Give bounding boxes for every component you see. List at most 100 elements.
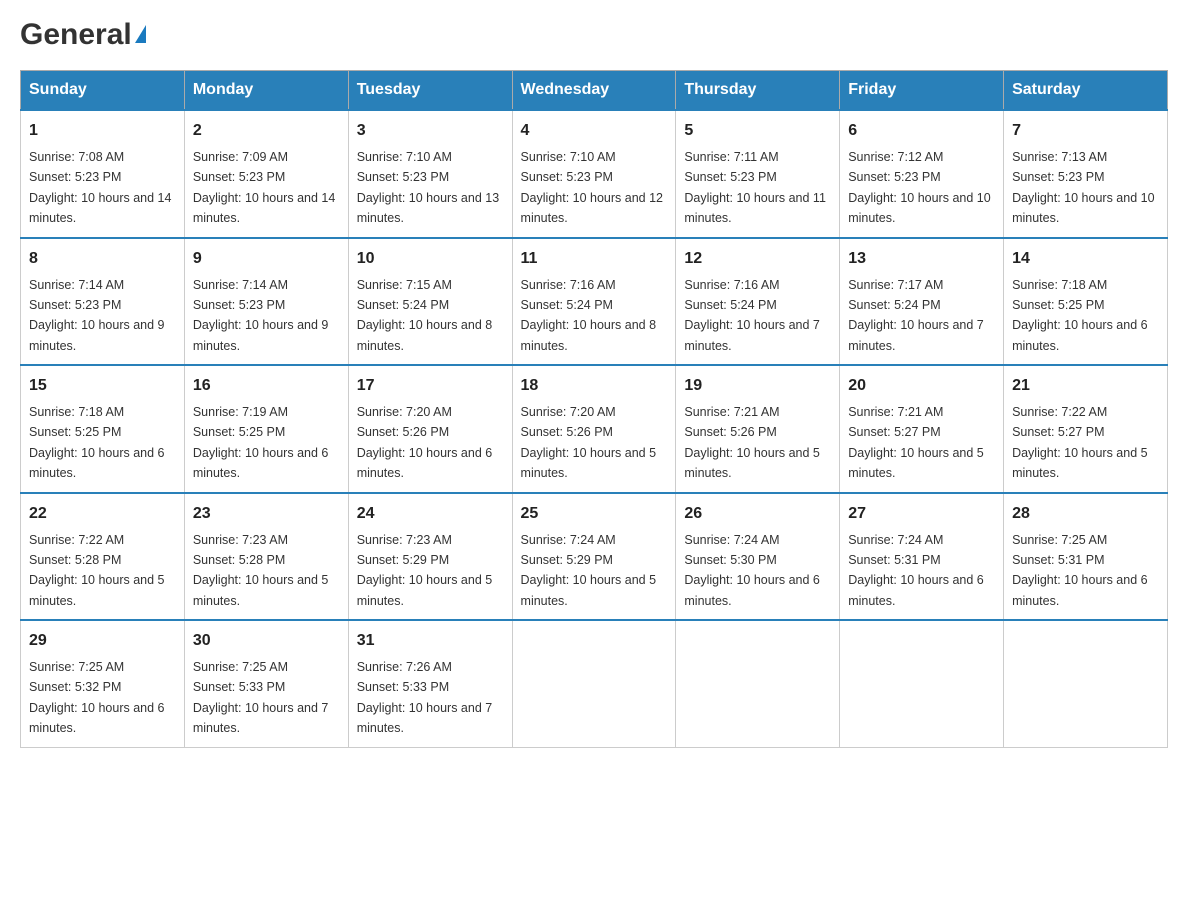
- day-number: 9: [193, 247, 340, 271]
- day-number: 1: [29, 119, 176, 143]
- day-number: 6: [848, 119, 995, 143]
- calendar-day-cell: 13 Sunrise: 7:17 AMSunset: 5:24 PMDaylig…: [840, 238, 1004, 366]
- day-info: Sunrise: 7:18 AMSunset: 5:25 PMDaylight:…: [29, 405, 165, 480]
- day-info: Sunrise: 7:23 AMSunset: 5:29 PMDaylight:…: [357, 533, 493, 608]
- day-number: 27: [848, 502, 995, 526]
- day-number: 4: [521, 119, 668, 143]
- calendar-day-cell: 15 Sunrise: 7:18 AMSunset: 5:25 PMDaylig…: [21, 365, 185, 493]
- day-number: 7: [1012, 119, 1159, 143]
- calendar-day-cell: 27 Sunrise: 7:24 AMSunset: 5:31 PMDaylig…: [840, 493, 1004, 621]
- day-number: 18: [521, 374, 668, 398]
- calendar-day-header: Monday: [184, 71, 348, 111]
- day-number: 31: [357, 629, 504, 653]
- day-info: Sunrise: 7:16 AMSunset: 5:24 PMDaylight:…: [521, 278, 657, 353]
- day-number: 13: [848, 247, 995, 271]
- calendar-day-cell: 1 Sunrise: 7:08 AMSunset: 5:23 PMDayligh…: [21, 110, 185, 238]
- calendar-week-row: 1 Sunrise: 7:08 AMSunset: 5:23 PMDayligh…: [21, 110, 1168, 238]
- day-number: 22: [29, 502, 176, 526]
- calendar-day-header: Friday: [840, 71, 1004, 111]
- calendar-day-cell: 17 Sunrise: 7:20 AMSunset: 5:26 PMDaylig…: [348, 365, 512, 493]
- calendar-day-header: Tuesday: [348, 71, 512, 111]
- calendar-day-cell: 24 Sunrise: 7:23 AMSunset: 5:29 PMDaylig…: [348, 493, 512, 621]
- calendar-day-cell: [512, 620, 676, 747]
- day-info: Sunrise: 7:19 AMSunset: 5:25 PMDaylight:…: [193, 405, 329, 480]
- day-info: Sunrise: 7:22 AMSunset: 5:27 PMDaylight:…: [1012, 405, 1148, 480]
- day-info: Sunrise: 7:10 AMSunset: 5:23 PMDaylight:…: [521, 150, 663, 225]
- logo-general: General: [20, 20, 132, 50]
- logo: General: [20, 20, 146, 50]
- day-info: Sunrise: 7:16 AMSunset: 5:24 PMDaylight:…: [684, 278, 820, 353]
- calendar-day-header: Wednesday: [512, 71, 676, 111]
- day-info: Sunrise: 7:21 AMSunset: 5:26 PMDaylight:…: [684, 405, 820, 480]
- calendar-day-cell: 3 Sunrise: 7:10 AMSunset: 5:23 PMDayligh…: [348, 110, 512, 238]
- day-info: Sunrise: 7:13 AMSunset: 5:23 PMDaylight:…: [1012, 150, 1154, 225]
- day-number: 2: [193, 119, 340, 143]
- calendar-day-cell: 11 Sunrise: 7:16 AMSunset: 5:24 PMDaylig…: [512, 238, 676, 366]
- calendar-day-cell: 26 Sunrise: 7:24 AMSunset: 5:30 PMDaylig…: [676, 493, 840, 621]
- day-number: 29: [29, 629, 176, 653]
- calendar-day-cell: 6 Sunrise: 7:12 AMSunset: 5:23 PMDayligh…: [840, 110, 1004, 238]
- calendar-day-cell: 8 Sunrise: 7:14 AMSunset: 5:23 PMDayligh…: [21, 238, 185, 366]
- calendar-day-cell: 4 Sunrise: 7:10 AMSunset: 5:23 PMDayligh…: [512, 110, 676, 238]
- day-number: 19: [684, 374, 831, 398]
- day-number: 23: [193, 502, 340, 526]
- calendar-day-header: Sunday: [21, 71, 185, 111]
- calendar-day-cell: 7 Sunrise: 7:13 AMSunset: 5:23 PMDayligh…: [1004, 110, 1168, 238]
- calendar-day-cell: 16 Sunrise: 7:19 AMSunset: 5:25 PMDaylig…: [184, 365, 348, 493]
- calendar-day-cell: 5 Sunrise: 7:11 AMSunset: 5:23 PMDayligh…: [676, 110, 840, 238]
- calendar-day-cell: 21 Sunrise: 7:22 AMSunset: 5:27 PMDaylig…: [1004, 365, 1168, 493]
- calendar-day-cell: 22 Sunrise: 7:22 AMSunset: 5:28 PMDaylig…: [21, 493, 185, 621]
- calendar-day-cell: [840, 620, 1004, 747]
- calendar-week-row: 15 Sunrise: 7:18 AMSunset: 5:25 PMDaylig…: [21, 365, 1168, 493]
- day-info: Sunrise: 7:20 AMSunset: 5:26 PMDaylight:…: [357, 405, 493, 480]
- day-info: Sunrise: 7:25 AMSunset: 5:31 PMDaylight:…: [1012, 533, 1148, 608]
- day-number: 21: [1012, 374, 1159, 398]
- day-info: Sunrise: 7:12 AMSunset: 5:23 PMDaylight:…: [848, 150, 990, 225]
- calendar-week-row: 29 Sunrise: 7:25 AMSunset: 5:32 PMDaylig…: [21, 620, 1168, 747]
- day-info: Sunrise: 7:18 AMSunset: 5:25 PMDaylight:…: [1012, 278, 1148, 353]
- calendar-day-cell: 29 Sunrise: 7:25 AMSunset: 5:32 PMDaylig…: [21, 620, 185, 747]
- calendar-day-cell: 23 Sunrise: 7:23 AMSunset: 5:28 PMDaylig…: [184, 493, 348, 621]
- day-info: Sunrise: 7:15 AMSunset: 5:24 PMDaylight:…: [357, 278, 493, 353]
- calendar-day-cell: [676, 620, 840, 747]
- calendar-day-cell: 19 Sunrise: 7:21 AMSunset: 5:26 PMDaylig…: [676, 365, 840, 493]
- calendar-day-cell: 18 Sunrise: 7:20 AMSunset: 5:26 PMDaylig…: [512, 365, 676, 493]
- day-number: 16: [193, 374, 340, 398]
- day-number: 14: [1012, 247, 1159, 271]
- day-info: Sunrise: 7:25 AMSunset: 5:33 PMDaylight:…: [193, 660, 329, 735]
- calendar-day-cell: 12 Sunrise: 7:16 AMSunset: 5:24 PMDaylig…: [676, 238, 840, 366]
- calendar-day-cell: 20 Sunrise: 7:21 AMSunset: 5:27 PMDaylig…: [840, 365, 1004, 493]
- page-header: General: [20, 20, 1168, 50]
- day-number: 25: [521, 502, 668, 526]
- day-number: 17: [357, 374, 504, 398]
- day-info: Sunrise: 7:22 AMSunset: 5:28 PMDaylight:…: [29, 533, 165, 608]
- day-number: 12: [684, 247, 831, 271]
- calendar-day-cell: 30 Sunrise: 7:25 AMSunset: 5:33 PMDaylig…: [184, 620, 348, 747]
- calendar-day-cell: 14 Sunrise: 7:18 AMSunset: 5:25 PMDaylig…: [1004, 238, 1168, 366]
- calendar-day-cell: 9 Sunrise: 7:14 AMSunset: 5:23 PMDayligh…: [184, 238, 348, 366]
- day-info: Sunrise: 7:26 AMSunset: 5:33 PMDaylight:…: [357, 660, 493, 735]
- day-number: 8: [29, 247, 176, 271]
- day-info: Sunrise: 7:11 AMSunset: 5:23 PMDaylight:…: [684, 150, 826, 225]
- calendar-day-cell: [1004, 620, 1168, 747]
- calendar-day-header: Saturday: [1004, 71, 1168, 111]
- day-info: Sunrise: 7:23 AMSunset: 5:28 PMDaylight:…: [193, 533, 329, 608]
- calendar-day-cell: 10 Sunrise: 7:15 AMSunset: 5:24 PMDaylig…: [348, 238, 512, 366]
- day-info: Sunrise: 7:10 AMSunset: 5:23 PMDaylight:…: [357, 150, 499, 225]
- day-info: Sunrise: 7:24 AMSunset: 5:30 PMDaylight:…: [684, 533, 820, 608]
- calendar-table: SundayMondayTuesdayWednesdayThursdayFrid…: [20, 70, 1168, 748]
- day-info: Sunrise: 7:09 AMSunset: 5:23 PMDaylight:…: [193, 150, 335, 225]
- day-info: Sunrise: 7:24 AMSunset: 5:29 PMDaylight:…: [521, 533, 657, 608]
- day-number: 5: [684, 119, 831, 143]
- day-number: 24: [357, 502, 504, 526]
- logo-triangle-icon: [135, 25, 146, 43]
- calendar-week-row: 22 Sunrise: 7:22 AMSunset: 5:28 PMDaylig…: [21, 493, 1168, 621]
- day-info: Sunrise: 7:24 AMSunset: 5:31 PMDaylight:…: [848, 533, 984, 608]
- day-number: 10: [357, 247, 504, 271]
- day-info: Sunrise: 7:14 AMSunset: 5:23 PMDaylight:…: [29, 278, 165, 353]
- calendar-day-cell: 25 Sunrise: 7:24 AMSunset: 5:29 PMDaylig…: [512, 493, 676, 621]
- calendar-header-row: SundayMondayTuesdayWednesdayThursdayFrid…: [21, 71, 1168, 111]
- day-number: 30: [193, 629, 340, 653]
- calendar-day-cell: 28 Sunrise: 7:25 AMSunset: 5:31 PMDaylig…: [1004, 493, 1168, 621]
- day-number: 11: [521, 247, 668, 271]
